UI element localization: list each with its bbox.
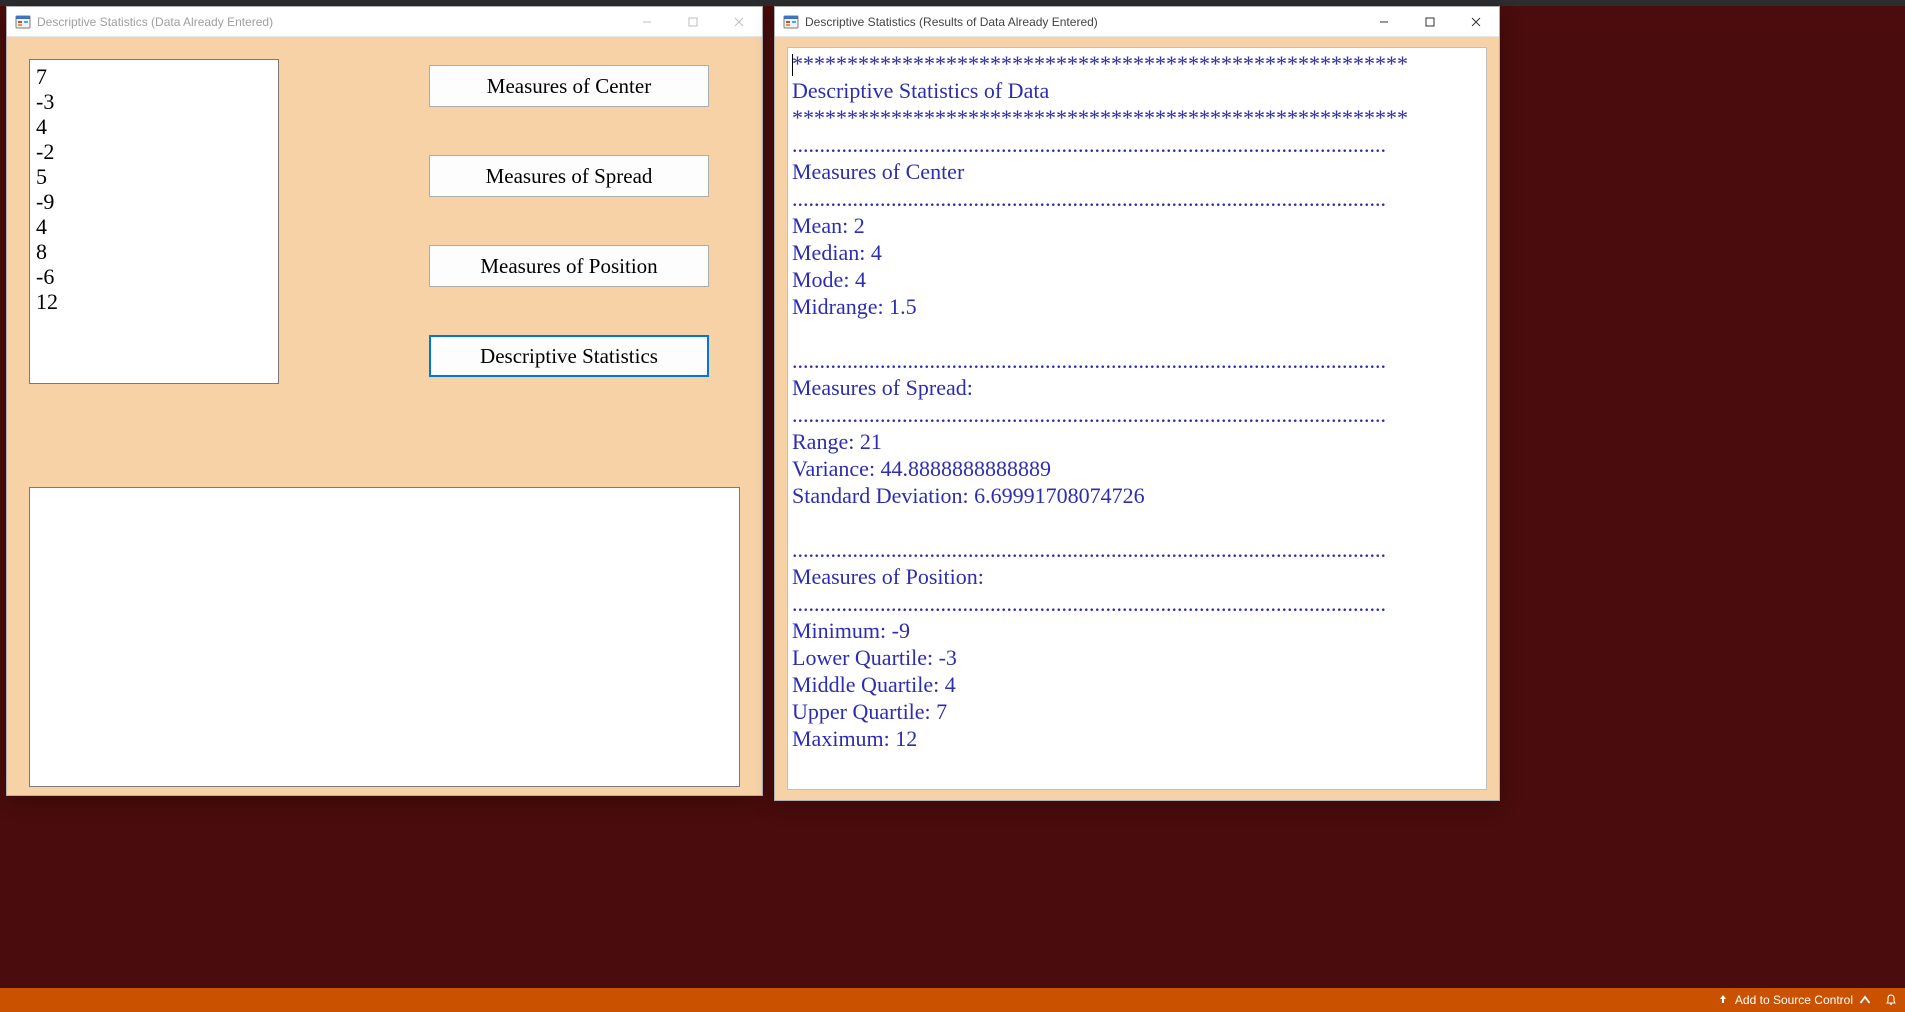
measures-of-position-button[interactable]: Measures of Position	[429, 245, 709, 287]
add-to-source-control[interactable]: Add to Source Control	[1717, 993, 1871, 1007]
measures-of-center-button[interactable]: Measures of Center	[429, 65, 709, 107]
minimize-button[interactable]	[624, 7, 670, 36]
bell-icon	[1885, 994, 1897, 1006]
data-input-textbox[interactable]: 7 -3 4 -2 5 -9 4 8 -6 12	[29, 59, 279, 384]
upload-icon	[1717, 994, 1729, 1006]
maximize-button[interactable]	[1407, 7, 1453, 36]
window-input: Descriptive Statistics (Data Already Ent…	[6, 6, 763, 796]
window-title: Descriptive Statistics (Data Already Ent…	[37, 15, 273, 29]
descriptive-statistics-button[interactable]: Descriptive Statistics	[429, 335, 709, 377]
minimize-button[interactable]	[1361, 7, 1407, 36]
window-title: Descriptive Statistics (Results of Data …	[805, 15, 1098, 29]
source-control-label: Add to Source Control	[1735, 993, 1853, 1007]
close-button[interactable]	[1453, 7, 1499, 36]
maximize-button[interactable]	[670, 7, 716, 36]
form-icon	[15, 14, 31, 30]
window-results: Descriptive Statistics (Results of Data …	[774, 6, 1500, 801]
vs-status-bar: Add to Source Control	[0, 988, 1905, 1012]
form-icon	[783, 14, 799, 30]
close-button[interactable]	[716, 7, 762, 36]
results-textbox[interactable]: ****************************************…	[787, 47, 1487, 790]
titlebar-input[interactable]: Descriptive Statistics (Data Already Ent…	[7, 7, 762, 37]
client-area-results: ****************************************…	[775, 37, 1499, 800]
client-area-input: 7 -3 4 -2 5 -9 4 8 -6 12 Measures of Cen…	[7, 37, 762, 795]
measures-of-spread-button[interactable]: Measures of Spread	[429, 155, 709, 197]
titlebar-results[interactable]: Descriptive Statistics (Results of Data …	[775, 7, 1499, 37]
notifications-button[interactable]	[1885, 994, 1897, 1006]
output-textbox[interactable]	[29, 487, 740, 787]
chevron-up-icon	[1859, 994, 1871, 1006]
